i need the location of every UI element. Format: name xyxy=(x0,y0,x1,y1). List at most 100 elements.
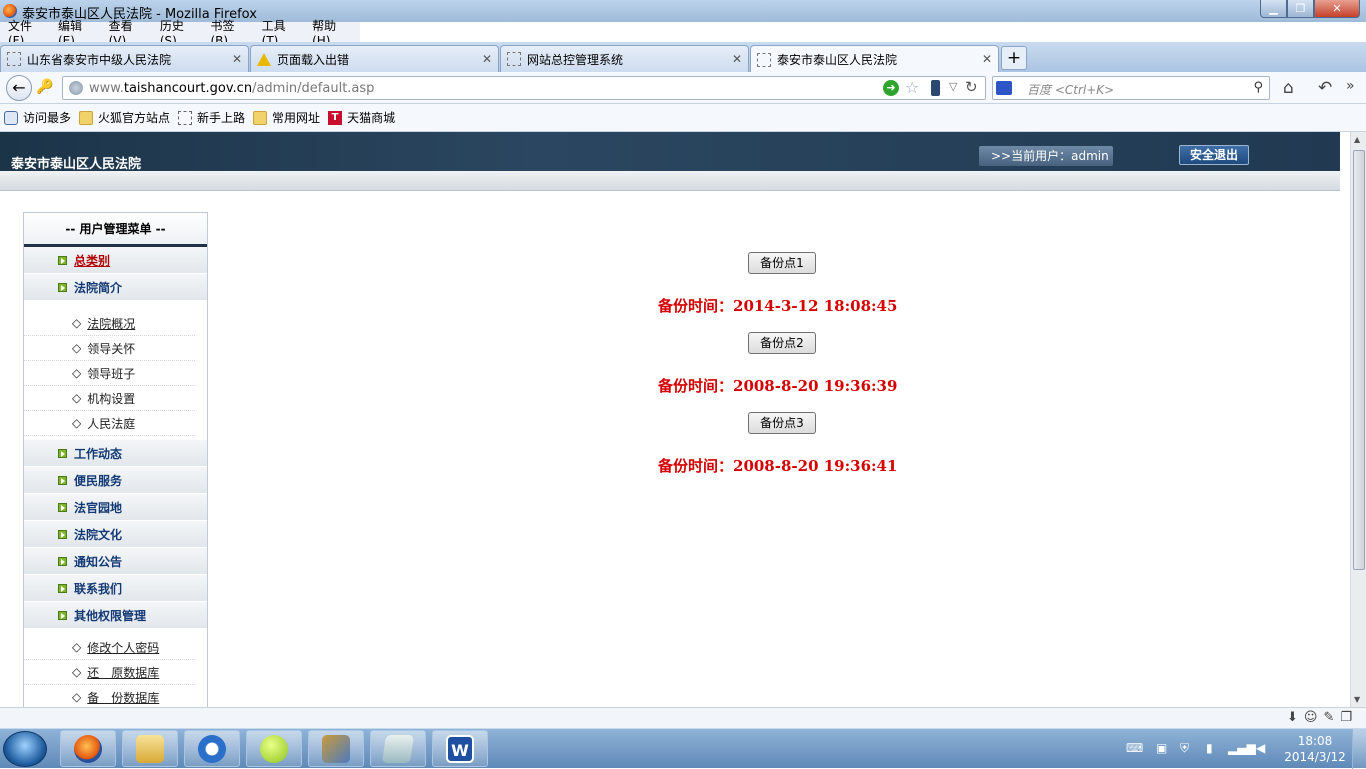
tab-close-icon[interactable]: ✕ xyxy=(482,52,492,66)
submenu-item[interactable]: ◇ 领导班子 xyxy=(24,361,195,386)
addon-icons[interactable]: ⬇☺✎❐ xyxy=(1287,710,1358,725)
backup-point-3-button[interactable]: 备份点3 xyxy=(748,412,816,434)
search-icon[interactable]: ⚲ xyxy=(1253,80,1263,95)
tab-1[interactable]: 山东省泰安市中级人民法院 ✕ xyxy=(0,45,249,72)
undo-icon[interactable]: ↶ xyxy=(1318,78,1332,98)
window-controls: ▁ ❐ ✕ xyxy=(1260,0,1360,18)
shield-icon[interactable]: ⛨ xyxy=(1180,741,1189,756)
menu-item-work-news[interactable]: 工作动态 xyxy=(24,440,207,467)
most-visited-icon xyxy=(4,110,18,125)
tab-close-icon[interactable]: ✕ xyxy=(982,52,992,66)
taskbar-word[interactable]: W xyxy=(432,730,488,767)
new-tab-button[interactable]: + xyxy=(1001,46,1027,70)
search-placeholder: 百度 <Ctrl+K> xyxy=(1027,83,1115,97)
baidu-icon[interactable] xyxy=(996,81,1012,95)
more-icon[interactable]: » xyxy=(1346,78,1355,94)
tray-app-icon[interactable]: ▣ xyxy=(1156,741,1167,755)
scroll-thumb[interactable] xyxy=(1353,150,1365,570)
clock-time: 18:08 xyxy=(1297,734,1333,748)
search-bar[interactable]: 百度 <Ctrl+K> ⚲ xyxy=(992,76,1270,100)
submenu-item[interactable]: ◇ 修改个人密码 xyxy=(24,635,195,660)
arrow-icon xyxy=(58,502,67,512)
menu-item-label: 联系我们 xyxy=(74,581,123,596)
tool-icon xyxy=(322,734,350,763)
maximize-button[interactable]: ❐ xyxy=(1287,0,1314,18)
menu-item-notices[interactable]: 通知公告 xyxy=(24,548,207,575)
taskbar-firefox[interactable] xyxy=(60,730,116,767)
tab-close-icon[interactable]: ✕ xyxy=(732,52,742,66)
minimize-button[interactable]: ▁ xyxy=(1260,0,1287,18)
bookmark-getting-started[interactable]: 新手上路 xyxy=(178,109,245,126)
menu-item-judges-garden[interactable]: 法官园地 xyxy=(24,494,207,521)
start-button[interactable] xyxy=(3,731,47,767)
bookmark-label: 新手上路 xyxy=(197,111,246,125)
backup-time-3: 备份时间：2008-8-20 19:36:41 xyxy=(658,457,898,475)
taskbar-sogou[interactable] xyxy=(184,730,240,767)
taskbar-tool[interactable] xyxy=(308,730,364,767)
show-desktop-button[interactable] xyxy=(1352,729,1366,769)
bookmark-tmall[interactable]: T 天猫商城 xyxy=(328,109,395,126)
logout-button[interactable]: 安全退出 xyxy=(1179,145,1249,165)
navigation-bar: ← 🔑 www.taishancourt.gov.cn/admin/defaul… xyxy=(0,72,1366,104)
taskbar-green-app[interactable] xyxy=(246,730,302,767)
tab-2[interactable]: 页面载入出错 ✕ xyxy=(250,45,499,72)
back-button[interactable]: ← xyxy=(6,75,32,101)
sogou-icon xyxy=(198,734,226,763)
menu-item-all-categories[interactable]: 总类别 xyxy=(24,247,207,274)
diamond-icon: ◇ xyxy=(72,341,82,355)
volume-icon[interactable]: ◀ xyxy=(1256,741,1265,755)
tab-4-active[interactable]: 泰安市泰山区人民法院 ✕ xyxy=(750,45,999,73)
phone-icon[interactable] xyxy=(931,80,940,96)
diamond-icon: ◇ xyxy=(72,690,82,704)
backup-point-2-button[interactable]: 备份点2 xyxy=(748,332,816,354)
bookmark-star-icon[interactable]: ☆ xyxy=(905,78,919,97)
go-icon[interactable]: ➜ xyxy=(883,80,899,96)
warning-icon xyxy=(257,52,271,66)
word-icon: W xyxy=(446,734,474,763)
submenu-item[interactable]: ◇ 还 原数据库 xyxy=(24,660,195,685)
bookmark-common-sites[interactable]: 常用网址 xyxy=(253,109,320,126)
scroll-down-icon[interactable]: ▼ xyxy=(1354,695,1360,704)
window-titlebar: 泰安市泰山区人民法院 - Mozilla Firefox ▁ ❐ ✕ xyxy=(0,0,1366,22)
folder-icon xyxy=(79,110,94,125)
bookmark-most-visited[interactable]: 访问最多 xyxy=(4,109,71,126)
keyboard-icon[interactable]: ⌨ xyxy=(1126,741,1143,755)
url-text[interactable]: www.taishancourt.gov.cn/admin/default.as… xyxy=(89,81,374,96)
close-button[interactable]: ✕ xyxy=(1314,0,1360,18)
reload-icon[interactable]: ↻ xyxy=(965,78,978,96)
menu-item-contact[interactable]: 联系我们 xyxy=(24,575,207,602)
current-user-badge: >>当前用户：admin xyxy=(979,146,1113,166)
taskbar-notepad[interactable] xyxy=(370,730,426,767)
scroll-up-icon[interactable]: ▲ xyxy=(1354,135,1360,144)
arrow-icon xyxy=(58,610,67,620)
submenu-item[interactable]: ◇ 领导关怀 xyxy=(24,336,195,361)
bookmark-firefox-site[interactable]: 火狐官方站点 xyxy=(79,109,170,126)
menu-item-court-intro[interactable]: 法院简介 xyxy=(24,274,207,301)
notepad-icon xyxy=(382,734,414,763)
tab-3[interactable]: 网站总控管理系统 ✕ xyxy=(500,45,749,72)
taskbar-clock[interactable]: 18:08 2014/3/12 xyxy=(1280,733,1350,765)
taskbar-explorer[interactable] xyxy=(122,730,178,767)
menu-item-label: 法院简介 xyxy=(74,280,123,295)
menu-item-label: 其他权限管理 xyxy=(74,608,147,623)
menu-item-label: 便民服务 xyxy=(74,473,123,488)
tab-label: 山东省泰安市中级人民法院 xyxy=(27,52,172,67)
vertical-scrollbar[interactable]: ▲ ▼ xyxy=(1350,132,1366,707)
dropdown-icon[interactable]: ▽ xyxy=(949,80,957,93)
backup-point-1-button[interactable]: 备份点1 xyxy=(748,252,816,274)
battery-icon[interactable]: ▮ xyxy=(1206,741,1213,755)
tab-close-icon[interactable]: ✕ xyxy=(232,52,242,66)
submenu-item[interactable]: ◇ 人民法庭 xyxy=(24,411,195,436)
network-icon[interactable]: ▂▄▆ xyxy=(1228,741,1256,755)
tab-label: 网站总控管理系统 xyxy=(527,52,624,67)
submenu-item[interactable]: ◇ 法院概况 xyxy=(24,311,195,336)
menu-item-court-culture[interactable]: 法院文化 xyxy=(24,521,207,548)
menu-item-public-service[interactable]: 便民服务 xyxy=(24,467,207,494)
home-icon[interactable]: ⌂ xyxy=(1283,78,1294,98)
key-icon[interactable]: 🔑 xyxy=(36,79,53,95)
url-bar[interactable]: www.taishancourt.gov.cn/admin/default.as… xyxy=(62,76,986,100)
bookmark-label: 天猫商城 xyxy=(347,111,396,125)
menu-item-other-permissions[interactable]: 其他权限管理 xyxy=(24,602,207,629)
submenu-label: 修改个人密码 xyxy=(87,640,160,655)
submenu-item[interactable]: ◇ 机构设置 xyxy=(24,386,195,411)
